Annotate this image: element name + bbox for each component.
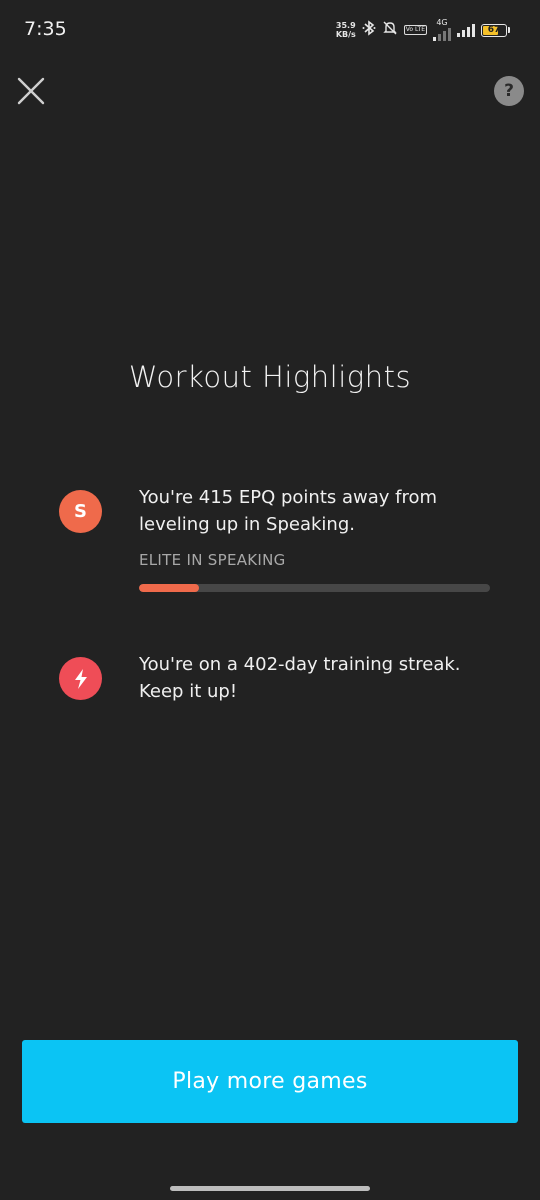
battery-icon: 67 xyxy=(481,23,510,37)
status-bar: 7:35 35.9 KB/s Vo LTE 4G 67 xyxy=(0,0,540,60)
page-title: Workout Highlights xyxy=(128,360,412,394)
volte-icon: Vo LTE xyxy=(403,25,427,35)
progress-fill xyxy=(139,584,199,592)
status-time: 7:35 xyxy=(24,18,67,40)
progress-label: ELITE IN SPEAKING xyxy=(139,551,286,569)
status-icons: 35.9 KB/s Vo LTE 4G 67 xyxy=(336,19,510,41)
help-button[interactable]: ? xyxy=(494,76,524,106)
close-icon xyxy=(17,77,45,105)
network-speed: 35.9 KB/s xyxy=(336,21,356,39)
signal-4g: 4G xyxy=(433,19,451,41)
network-type: 4G xyxy=(436,18,448,27)
close-button[interactable] xyxy=(16,76,46,106)
home-indicator[interactable] xyxy=(170,1186,370,1191)
progress-bar xyxy=(139,584,490,592)
signal-icon xyxy=(433,27,451,41)
mute-icon xyxy=(382,20,398,40)
play-more-games-button[interactable]: Play more games xyxy=(22,1040,518,1123)
highlight-text: You're on a 402-day training streak. Kee… xyxy=(139,654,461,702)
battery-level: 67 xyxy=(487,25,501,35)
highlight-text: You're 415 EPQ points away from leveling… xyxy=(139,487,438,535)
speaking-badge-icon: S xyxy=(59,490,102,533)
network-speed-value: 35.9 xyxy=(335,21,356,30)
lightning-icon xyxy=(59,657,102,700)
network-speed-unit: KB/s xyxy=(335,30,356,39)
signal-icon-2 xyxy=(457,23,475,37)
bluetooth-icon xyxy=(362,20,376,40)
